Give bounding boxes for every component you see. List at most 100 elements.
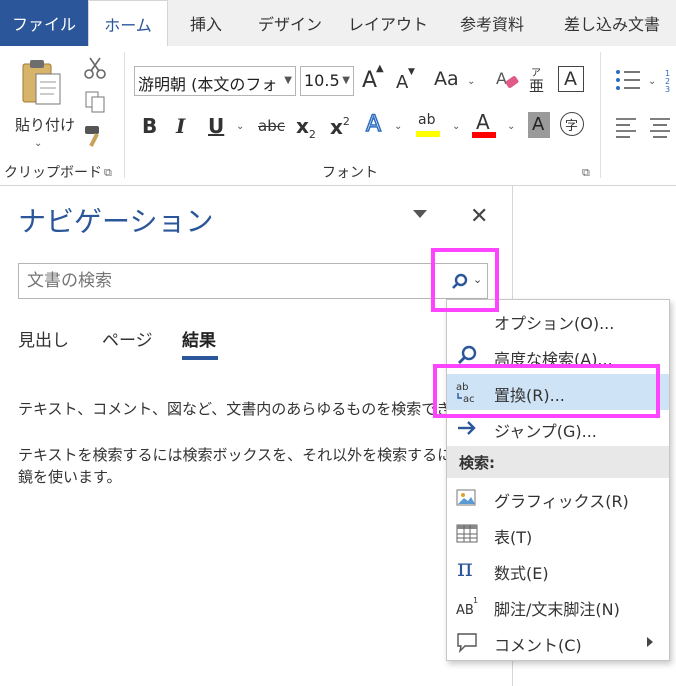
group-divider — [600, 52, 601, 178]
highlight-glyph: ab — [418, 112, 436, 128]
character-shading-button[interactable]: A — [528, 112, 550, 138]
arrow-right-icon — [458, 421, 476, 435]
chevron-down-icon: ⌄ — [34, 138, 43, 149]
highlight-box-search-button — [431, 248, 499, 312]
format-painter-icon[interactable] — [83, 124, 107, 150]
table-icon — [456, 524, 478, 543]
highlight-box-replace-item — [433, 364, 660, 418]
svg-text:1: 1 — [473, 596, 478, 605]
tab-layout[interactable]: レイアウト — [336, 0, 440, 46]
chevron-down-icon: ▼ — [342, 75, 350, 86]
svg-text:A: A — [496, 69, 507, 88]
chevron-down-icon: ⌄ — [452, 121, 461, 132]
menu-item-find-comments[interactable]: コメント(C) — [447, 624, 669, 660]
menu-item-label: オプション(O)... — [494, 314, 615, 333]
tab-pages[interactable]: ページ — [102, 326, 153, 351]
change-case-button[interactable]: Aa — [434, 70, 459, 89]
group-divider — [124, 52, 125, 178]
menu-item-label: 脚注/文末脚注(N) — [494, 600, 620, 619]
search-box: ⌄ — [18, 263, 488, 299]
underline-button[interactable]: U — [208, 116, 224, 136]
menu-section-header: 検索: — [447, 446, 669, 478]
character-shading-glyph: A — [532, 114, 545, 135]
bold-button[interactable]: B — [142, 116, 157, 136]
tab-file[interactable]: ファイル — [0, 0, 88, 46]
menu-item-label: グラフィックス(R) — [494, 492, 629, 511]
enclose-characters-glyph: 字 — [565, 119, 579, 134]
highlight-swatch — [416, 131, 440, 137]
menu-item-label: ジャンプ(G)... — [494, 422, 597, 441]
enclose-characters-button[interactable]: 字 — [560, 112, 584, 136]
pi-icon: π — [457, 554, 473, 582]
font-size-value: 10.5 — [304, 71, 340, 90]
cut-icon[interactable] — [83, 56, 107, 80]
chevron-down-icon: ⌄ — [394, 121, 403, 132]
font-name-combo[interactable]: 游明朝 (本文のフォ ▼ — [134, 66, 296, 96]
search-input[interactable] — [19, 264, 429, 298]
subscript-index: 2 — [308, 128, 316, 141]
comment-icon — [457, 633, 477, 654]
phonetic-guide-bottom: 亜 — [529, 77, 545, 95]
italic-button[interactable]: I — [176, 116, 185, 136]
submenu-arrow-icon — [647, 637, 653, 647]
active-tab-indicator — [182, 356, 218, 360]
paste-button[interactable]: 貼り付け ⌄ — [8, 54, 75, 150]
character-border-button[interactable]: A — [558, 66, 584, 92]
results-message-line: 鏡を使います。 — [18, 468, 122, 486]
phonetic-guide-button[interactable]: ア 亜 — [528, 64, 548, 95]
graphics-icon — [456, 489, 476, 506]
strikethrough-button[interactable]: abc — [258, 119, 285, 134]
dialog-launcher-icon[interactable]: ⧉ — [582, 166, 590, 180]
superscript-button[interactable]: x2 — [330, 116, 350, 137]
align-center-icon[interactable] — [648, 116, 672, 138]
font-size-combo[interactable]: 10.5 ▼ — [300, 66, 354, 96]
menu-item-label: 数式(E) — [494, 564, 549, 583]
shrink-font-arrow-icon: ▼ — [408, 67, 415, 77]
tab-mailings[interactable]: 差し込み文書 — [548, 0, 676, 46]
grow-font-button[interactable]: A — [362, 70, 377, 92]
superscript-index: 2 — [342, 115, 350, 128]
menu-item-find-graphics[interactable]: グラフィックス(R) — [447, 480, 669, 516]
menu-item-label: コメント(C) — [494, 636, 582, 655]
results-message-line: テキスト、コメント、図など、文書内のあらゆるものを検索できます。 — [18, 400, 495, 418]
tab-insert[interactable]: 挿入 — [168, 0, 244, 46]
menu-item-find-footnotes[interactable]: AB 1 脚注/文末脚注(N) — [447, 588, 669, 624]
font-name-value: 游明朝 (本文のフォ — [138, 75, 278, 94]
grow-font-arrow-icon: ▲ — [376, 63, 384, 74]
menu-item-label: 表(T) — [494, 528, 533, 547]
superscript-glyph: x — [330, 115, 343, 139]
footnote-icon: AB 1 — [456, 596, 478, 618]
shrink-font-button[interactable]: A — [396, 74, 408, 92]
highlight-color-button[interactable]: ab — [416, 110, 442, 140]
chevron-down-icon: ▼ — [284, 75, 292, 86]
svg-text:AB: AB — [456, 603, 474, 618]
menu-item-find-tables[interactable]: 表(T) — [447, 516, 669, 552]
clear-formatting-icon[interactable]: A — [494, 66, 520, 92]
text-effects-button[interactable]: A — [365, 113, 382, 137]
bullets-icon[interactable] — [614, 68, 642, 92]
font-color-button[interactable]: A — [472, 110, 498, 140]
tab-references[interactable]: 参考資料 — [440, 0, 544, 46]
menu-item-find-equations[interactable]: π 数式(E) — [447, 552, 669, 588]
pane-title: ナビゲーション — [18, 205, 214, 238]
subscript-button[interactable]: x2 — [296, 116, 316, 140]
numbering-icon[interactable]: 1 2 3 — [664, 68, 674, 92]
svg-text:3: 3 — [665, 85, 670, 92]
ribbon-home: 貼り付け ⌄ クリップボード ⧉ 游明朝 (本文のフォ ▼ 10.5 ▼ A ▲… — [0, 46, 676, 186]
tab-home[interactable]: ホーム — [88, 0, 168, 47]
menu-section-label: 検索: — [459, 454, 495, 472]
tab-design[interactable]: デザイン — [244, 0, 336, 46]
chevron-down-icon: ⌄ — [507, 121, 516, 132]
paste-label: 貼り付け — [15, 116, 76, 134]
pane-options-caret-icon[interactable] — [413, 210, 427, 218]
tab-results[interactable]: 結果 — [182, 326, 216, 351]
clipboard-icon — [22, 60, 61, 105]
align-left-icon[interactable] — [614, 116, 638, 138]
dialog-launcher-icon[interactable]: ⧉ — [104, 166, 112, 180]
font-color-glyph: A — [476, 110, 490, 134]
tab-headings[interactable]: 見出し — [18, 326, 69, 351]
clipboard-group-label: クリップボード — [4, 165, 102, 181]
character-border-glyph: A — [564, 68, 577, 90]
close-icon[interactable]: ✕ — [470, 204, 488, 229]
copy-icon[interactable] — [83, 90, 107, 114]
